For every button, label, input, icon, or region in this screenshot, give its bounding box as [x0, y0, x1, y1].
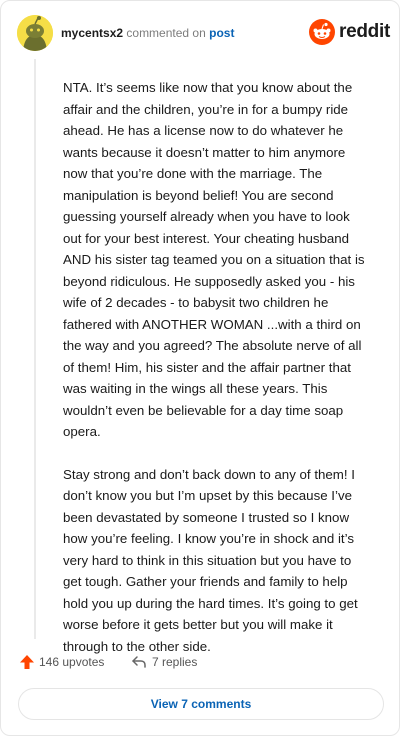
view-comments-button[interactable]: View 7 comments: [18, 688, 384, 720]
comment-meta: mycentsx2 commented on post: [61, 26, 234, 40]
avatar[interactable]: [17, 15, 53, 51]
comment-header: mycentsx2 commented on post reddit: [17, 15, 390, 51]
brand-wordmark: reddit: [339, 21, 390, 42]
reply-arrow-icon: [132, 656, 146, 668]
comment-paragraph: NTA. It’s seems like now that you know a…: [63, 80, 365, 439]
comment-card: mycentsx2 commented on post reddit NTA. …: [0, 0, 400, 736]
upvote-button[interactable]: 146 upvotes: [19, 654, 104, 670]
reddit-logo-icon: [309, 19, 335, 45]
commented-on-text: commented on: [126, 26, 206, 40]
upvote-arrow-icon: [20, 655, 34, 669]
reddit-brand[interactable]: reddit: [309, 19, 390, 49]
comment-body: NTA. It’s seems like now that you know a…: [63, 77, 371, 678]
snoo-avatar-icon: [17, 15, 53, 51]
replies-button[interactable]: 7 replies: [131, 654, 197, 670]
upvote-count: 146 upvotes: [39, 655, 105, 669]
thread-line[interactable]: [34, 59, 36, 639]
username-link[interactable]: mycentsx2: [61, 26, 123, 40]
comment-actions: 146 upvotes 7 replies: [19, 653, 379, 673]
post-link[interactable]: post: [209, 26, 234, 40]
comment-paragraph: Stay strong and don’t back down to any o…: [63, 466, 358, 654]
replies-count: 7 replies: [152, 655, 198, 669]
